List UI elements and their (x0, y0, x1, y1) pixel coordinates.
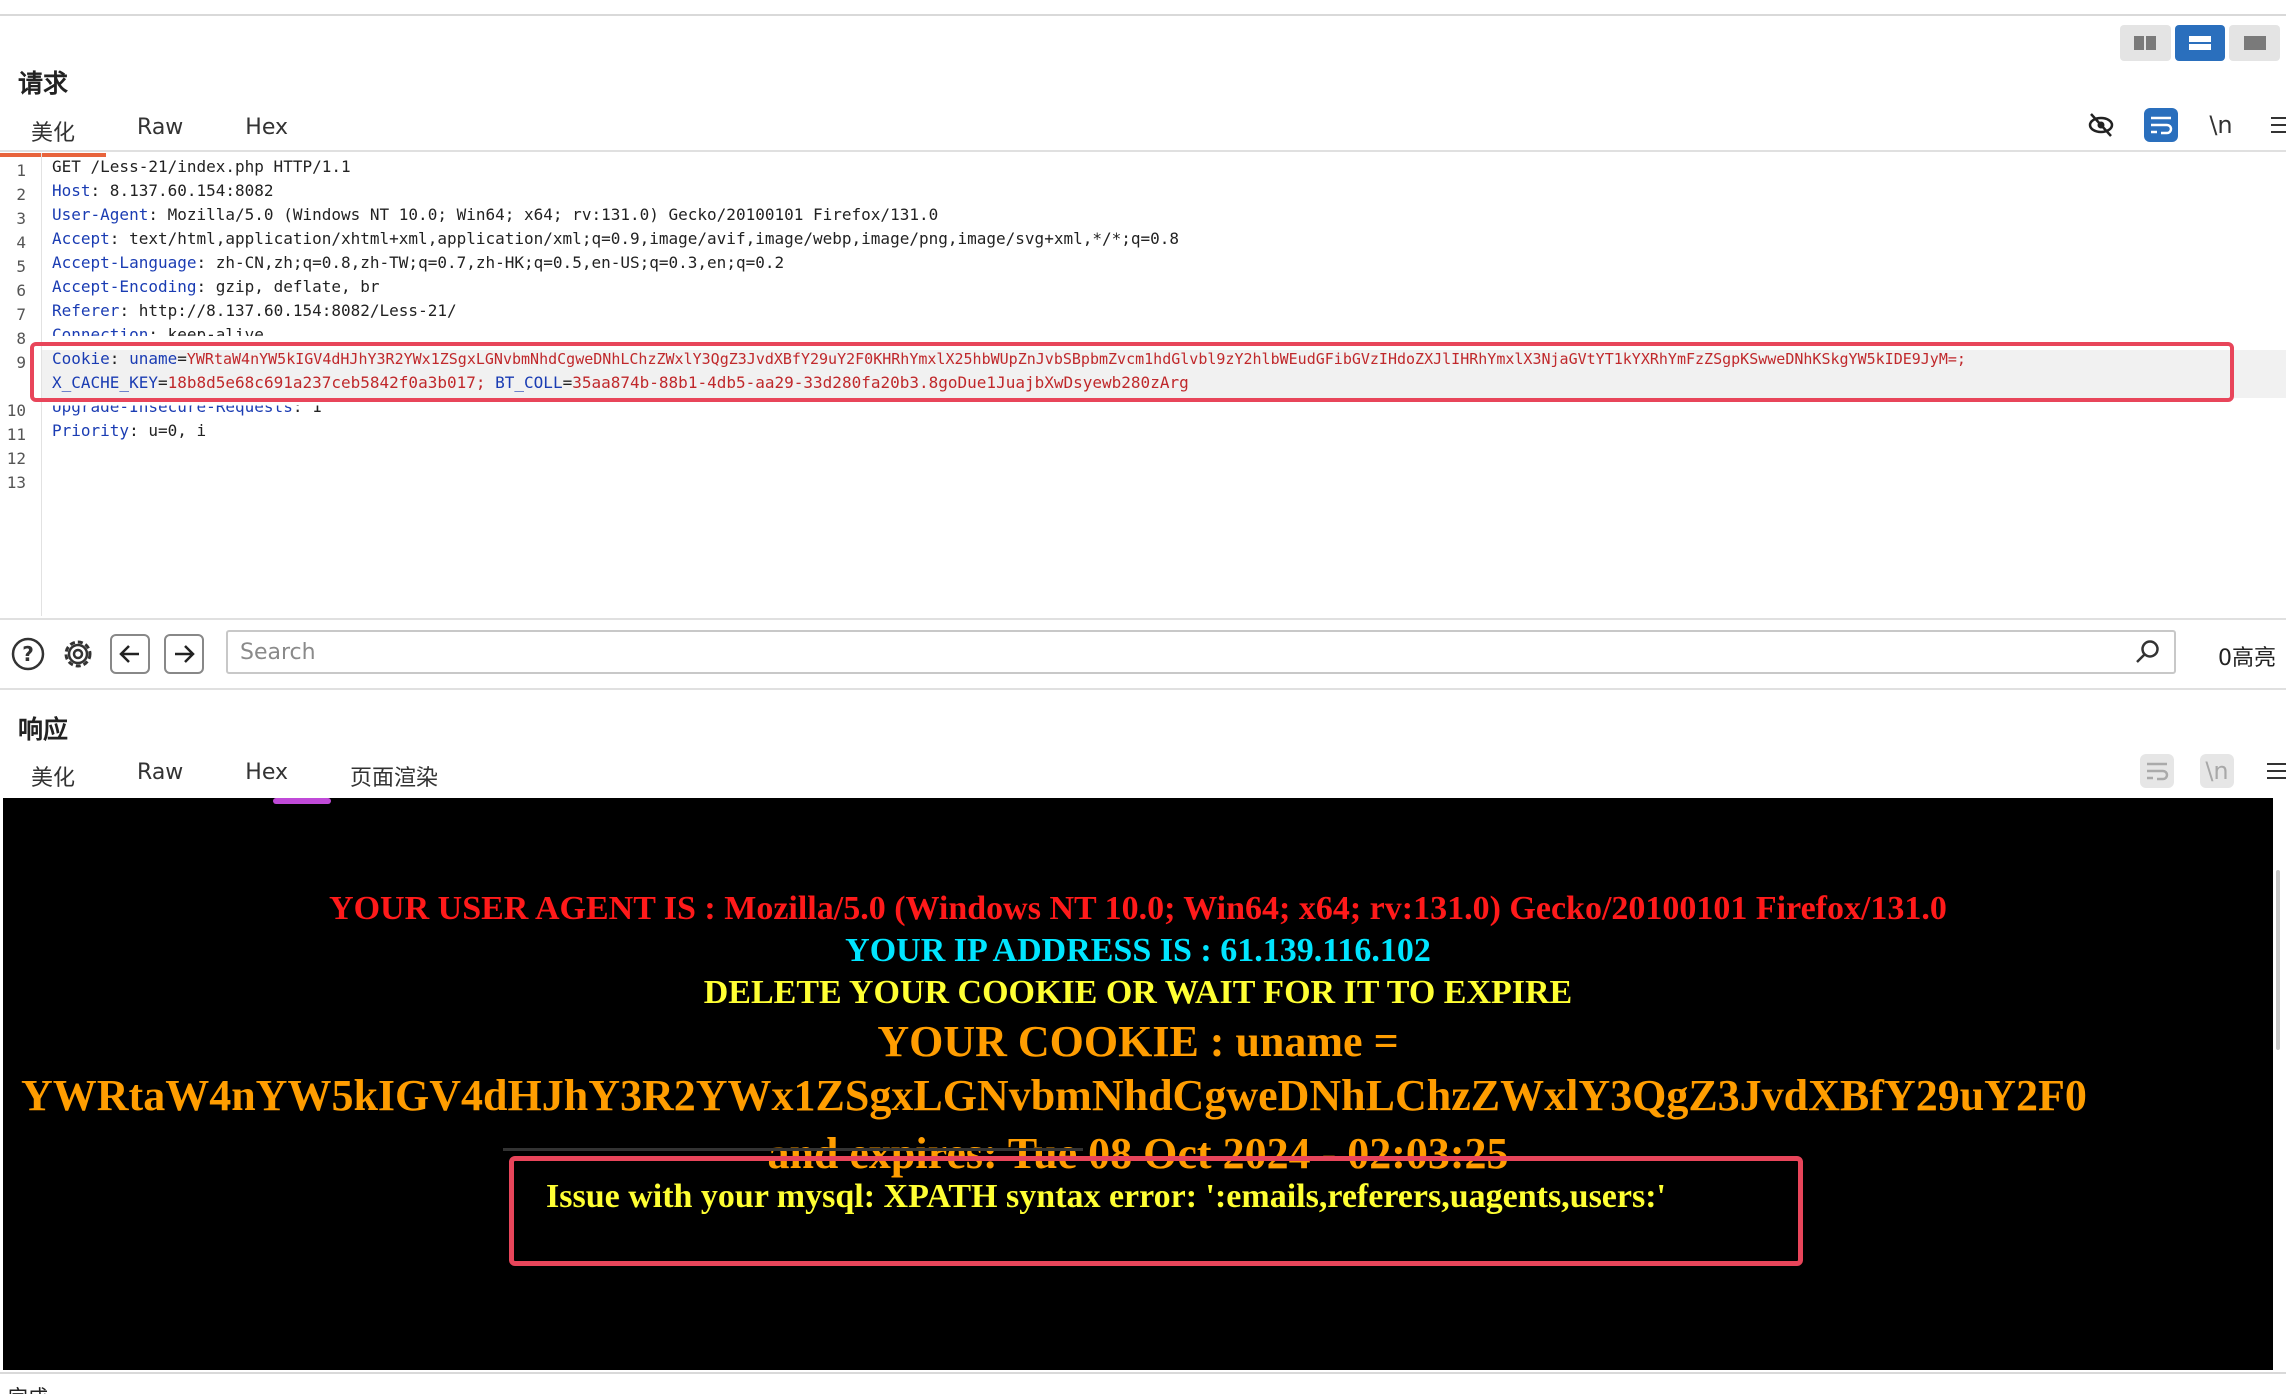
header-value: http://8.137.60.154:8082/Less-21/ (129, 301, 457, 320)
status-text: 完成 (8, 1381, 48, 1394)
header-value: gzip, deflate, br (206, 277, 380, 296)
search-input[interactable] (226, 630, 2176, 674)
mysql-error-text: Issue with your mysql: XPATH syntax erro… (546, 1178, 1666, 1215)
line-number: 10 (6, 401, 26, 420)
line-number: 11 (6, 425, 26, 444)
header-value: u=0, i (138, 421, 207, 440)
search-icon[interactable] (2134, 638, 2162, 666)
gear-icon[interactable] (58, 634, 98, 674)
delete-cookie-text: DELETE YOUR COOKIE OR WAIT FOR IT TO EXP… (703, 974, 1573, 1011)
strike-line (503, 1148, 1083, 1151)
single-pane-icon (2243, 36, 2266, 50)
menu-button[interactable] (2264, 108, 2286, 142)
search-divider-top (0, 618, 2286, 620)
search-divider-bottom (0, 688, 2286, 690)
layout-stacked-button[interactable] (2174, 25, 2226, 61)
help-icon[interactable]: ? (8, 634, 48, 674)
cookie-label-text: YOUR COOKIE : uname = (877, 1017, 1399, 1066)
line-number: 1 (16, 161, 26, 180)
top-divider (0, 14, 2286, 16)
user-agent-text: YOUR USER AGENT IS : Mozilla/5.0 (Window… (329, 890, 1947, 927)
newline-icon[interactable]: \n (2204, 108, 2238, 142)
render-scrollbar[interactable] (2276, 870, 2280, 1050)
header-line: Accept-Encoding: gzip, deflate, br (52, 277, 380, 296)
highlight-count: 0高亮 (2218, 646, 2276, 671)
rendered-page: YOUR USER AGENT IS : Mozilla/5.0 (Window… (3, 798, 2273, 1370)
response-tabs: 美化 Raw Hex 页面渲染 (0, 760, 470, 802)
rows-icon (2189, 36, 2211, 50)
line-number: 9 (16, 353, 26, 372)
wrap-icon[interactable] (2140, 754, 2174, 788)
header-line: Referer: http://8.137.60.154:8082/Less-2… (52, 301, 457, 320)
header-line: Priority: u=0, i (52, 421, 207, 440)
request-title: 请求 (18, 69, 69, 98)
header-name: Accept-Language (52, 253, 197, 272)
menu-icon (2267, 763, 2286, 779)
request-line: GET /Less-21/index.php HTTP/1.1 (52, 157, 351, 176)
scroll-indicator (273, 798, 331, 804)
layout-single-button[interactable] (2229, 25, 2281, 61)
request-toolbar: \n (2084, 108, 2286, 142)
ip-address-text: YOUR IP ADDRESS IS : 61.139.116.102 (845, 932, 1431, 969)
menu-icon (2271, 117, 2286, 133)
header-name: User-Agent (52, 205, 149, 224)
line-number: 4 (16, 233, 26, 252)
line-number: 3 (16, 209, 26, 228)
response-tab-pretty[interactable]: 美化 (0, 760, 106, 802)
header-line: Accept-Language: zh-CN,zh;q=0.8,zh-TW;q=… (52, 253, 785, 272)
cookie-highlight-box (30, 342, 2234, 402)
header-name: Host (52, 181, 91, 200)
response-title: 响应 (18, 715, 69, 744)
header-value: Mozilla/5.0 (Windows NT 10.0; Win64; x64… (157, 205, 939, 224)
response-tab-hex[interactable]: Hex (214, 760, 319, 802)
layout-switcher (2120, 25, 2281, 61)
header-line: User-Agent: Mozilla/5.0 (Windows NT 10.0… (52, 205, 939, 224)
header-value: 8.137.60.154:8082 (100, 181, 274, 200)
line-number: 8 (16, 329, 26, 348)
header-name: Accept-Encoding (52, 277, 197, 296)
request-line-text: GET /Less-21/index.php HTTP/1.1 (52, 157, 351, 176)
header-name: Accept (52, 229, 110, 248)
layout-side-by-side-button[interactable] (2120, 25, 2171, 61)
response-toolbar: \n (2140, 754, 2286, 788)
svg-text:?: ? (22, 642, 34, 666)
wrap-icon[interactable] (2144, 108, 2178, 142)
search-bar: ? 0高亮 (0, 624, 2286, 684)
header-line: Host: 8.137.60.154:8082 (52, 181, 274, 200)
header-value: text/html,application/xhtml+xml,applicat… (119, 229, 1180, 248)
line-number: 7 (16, 305, 26, 324)
forward-arrow-icon[interactable] (164, 634, 204, 674)
columns-icon (2134, 36, 2157, 50)
newline-icon[interactable]: \n (2200, 754, 2234, 788)
status-divider (0, 1372, 2286, 1374)
line-number: 12 (6, 449, 26, 468)
response-tab-raw[interactable]: Raw (106, 760, 214, 802)
line-number: 13 (6, 473, 26, 492)
line-number: 2 (16, 185, 26, 204)
eye-slash-icon[interactable] (2084, 108, 2118, 142)
header-name: Priority (52, 421, 130, 440)
request-divider (0, 150, 2286, 152)
response-tab-render[interactable]: 页面渲染 (319, 760, 470, 802)
line-number: 5 (16, 257, 26, 276)
header-line: Accept: text/html,application/xhtml+xml,… (52, 229, 1180, 248)
menu-button[interactable] (2260, 754, 2286, 788)
header-value: zh-CN,zh;q=0.8,zh-TW;q=0.7,zh-HK;q=0.5,e… (206, 253, 785, 272)
back-arrow-icon[interactable] (110, 634, 150, 674)
cookie-value-text: YWRtaW4nYW5kIGV4dHJhY3R2YWx1ZSgxLGNvbmNh… (21, 1071, 2087, 1120)
line-number: 6 (16, 281, 26, 300)
header-name: Referer (52, 301, 120, 320)
